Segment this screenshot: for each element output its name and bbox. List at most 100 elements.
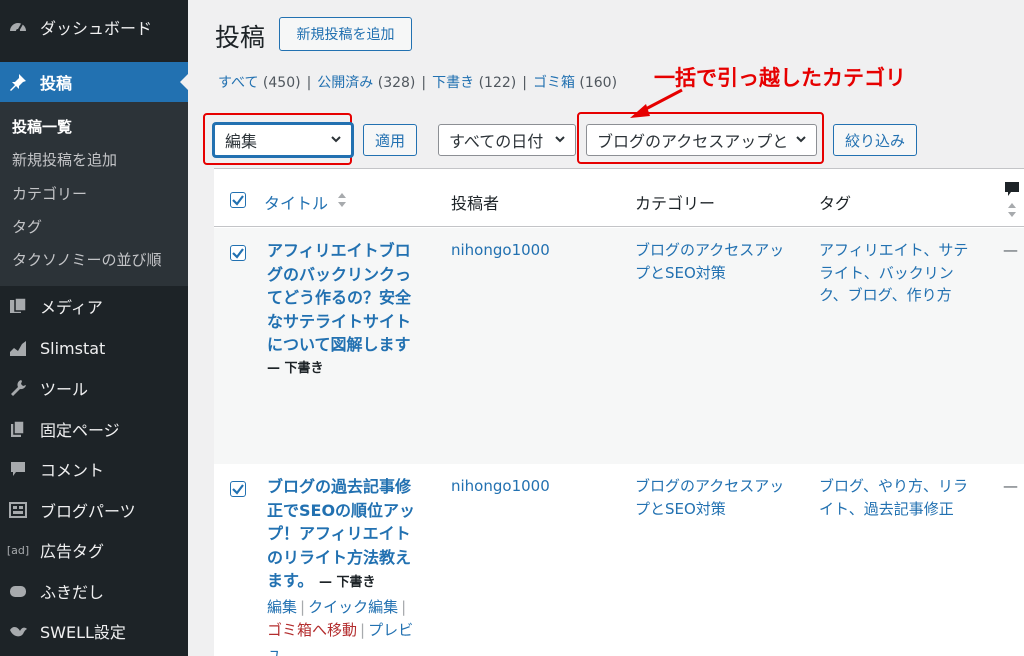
menu-slimstat-label: Slimstat [40, 338, 106, 358]
swell-bird-icon [7, 620, 29, 642]
select-all-checkbox[interactable] [230, 192, 246, 208]
menu-comments[interactable]: コメント [0, 449, 188, 489]
checkmark-icon [232, 248, 244, 259]
filter-trash[interactable]: ゴミ箱 [533, 75, 575, 91]
column-author: 投稿者 [451, 194, 500, 213]
separator: | [300, 598, 306, 616]
checkmark-icon [232, 195, 244, 206]
tags-links[interactable]: アフィリエイト、サテ ライト、バックリン ク、ブログ、作り方 [819, 239, 968, 307]
author-link[interactable]: nihongo1000 [451, 239, 550, 262]
submenu-tags[interactable]: タグ [12, 216, 42, 237]
tag-line: イト、過去記事修正 [819, 499, 954, 518]
separator: | [522, 75, 527, 91]
separator: | [306, 75, 312, 91]
bulk-action-select[interactable]: 編集 [213, 123, 353, 157]
comment-icon [7, 458, 29, 480]
date-filter-select[interactable]: すべての日付 [438, 124, 576, 156]
submenu-taxonomy-order[interactable]: タクソノミーの並び順 [12, 249, 162, 270]
chevron-down-icon [796, 136, 806, 143]
active-arrow [180, 74, 188, 90]
category-link[interactable]: ブログのアクセスアッ プとSEO対策 [635, 475, 784, 520]
post-title-line: アフィリエイトブロ [267, 241, 411, 260]
menu-posts-label: 投稿 [40, 74, 73, 93]
sort-icon[interactable] [336, 191, 348, 209]
bulk-action-value: 編集 [225, 132, 258, 151]
layout-icon [7, 499, 29, 521]
date-filter-value: すべての日付 [449, 132, 544, 151]
category-filter-select[interactable]: ブログのアクセスアップと [586, 124, 817, 156]
preview-link[interactable]: プレビ [368, 621, 413, 639]
menu-slimstat[interactable]: Slimstat [0, 328, 188, 368]
add-new-post-button[interactable]: 新規投稿を追加 [279, 17, 412, 51]
comment-count: — [1003, 477, 1018, 495]
row-actions: 編集 | クイック編集 | ゴミ箱へ移動 | プレビ ュ [267, 596, 437, 656]
post-title-line: ます。 [267, 571, 314, 590]
chevron-down-icon [555, 136, 565, 143]
menu-blog-parts-label: ブログパーツ [40, 502, 136, 521]
menu-posts[interactable]: 投稿 [0, 62, 188, 102]
menu-ad-tag[interactable]: [ad] 広告タグ [0, 530, 188, 570]
post-title-link[interactable]: ブログの過去記事修 正でSEOの順位アッ プ！アフィリエイト のリライト方法教え… [267, 475, 415, 595]
post-title-line: てどう作るの？安全 [267, 288, 412, 307]
filter-published[interactable]: 公開済み [317, 75, 373, 91]
chart-area-icon [7, 337, 29, 359]
category-link[interactable]: ブログのアクセスアッ プとSEO対策 [635, 239, 784, 284]
menu-tools[interactable]: ツール [0, 368, 188, 408]
menu-dashboard[interactable]: ダッシュボード [0, 7, 188, 47]
author-link[interactable]: nihongo1000 [451, 475, 550, 498]
media-icon [7, 295, 29, 317]
post-title-link[interactable]: アフィリエイトブロ グのバックリンクっ てどう作るの？安全 なサテライトサイト … [267, 239, 411, 380]
wrench-icon [7, 377, 29, 399]
post-status-filters: すべて (450) | 公開済み (328) | 下書き (122) | ゴミ箱 (160) [218, 72, 617, 92]
submenu-categories[interactable]: カテゴリー [12, 183, 87, 204]
apply-button[interactable]: 適用 [363, 124, 417, 156]
checkmark-icon [232, 484, 244, 495]
comment-column-icon[interactable] [1003, 181, 1021, 221]
menu-fukidashi-label: ふきだし [40, 583, 105, 602]
posts-submenu: 投稿一覧 新規投稿を追加 カテゴリー タグ タクソノミーの並び順 [0, 102, 188, 286]
posts-table: タイトル 投稿者 カテゴリー タグ アフィリエイトブロ グのバックリンクっ てど… [214, 168, 1024, 656]
quick-edit-link[interactable]: クイック編集 [308, 598, 398, 616]
submenu-add-new[interactable]: 新規投稿を追加 [12, 149, 117, 170]
post-title-line: ブログの過去記事修 [267, 477, 412, 496]
column-title[interactable]: タイトル [264, 190, 328, 214]
trash-link[interactable]: ゴミ箱へ移動 [267, 621, 357, 639]
category-line: ブログのアクセスアッ [635, 477, 785, 495]
post-title-line: 正でSEOの順位アッ [267, 500, 416, 520]
filter-published-count: (328) [377, 75, 416, 91]
filter-draft-count: (122) [478, 75, 517, 91]
separator: | [401, 598, 407, 616]
filter-all[interactable]: すべて [218, 75, 258, 91]
filter-button[interactable]: 絞り込み [833, 124, 917, 156]
menu-comments-label: コメント [40, 461, 105, 480]
preview-link-tail[interactable]: ュ [267, 644, 282, 656]
menu-blog-parts[interactable]: ブログパーツ [0, 490, 188, 530]
filter-all-count: (450) [262, 75, 301, 91]
post-title-line: のリライト方法教え [267, 547, 412, 567]
edit-link[interactable]: 編集 [267, 598, 297, 616]
tag-line: ブログ、やり方、リラ [819, 477, 968, 495]
category-line: プとSEO対策 [635, 499, 726, 518]
menu-tools-label: ツール [40, 380, 89, 399]
menu-pages[interactable]: 固定ページ [0, 409, 188, 449]
table-row: ブログの過去記事修 正でSEOの順位アッ プ！アフィリエイト のリライト方法教え… [214, 464, 1024, 656]
post-state: — 下書き [267, 360, 324, 376]
row-checkbox[interactable] [230, 481, 246, 497]
filter-draft[interactable]: 下書き [432, 75, 474, 91]
bubble-icon [7, 580, 29, 602]
separator: | [421, 75, 427, 91]
page-title: 投稿 [215, 23, 266, 52]
filter-trash-count: (160) [579, 75, 618, 91]
menu-swell-settings[interactable]: SWELL設定 [0, 611, 188, 651]
submenu-all-posts[interactable]: 投稿一覧 [12, 116, 72, 137]
menu-media[interactable]: メディア [0, 286, 188, 326]
tags-links[interactable]: ブログ、やり方、リラ イト、過去記事修正 [819, 475, 968, 520]
admin-sidebar: ダッシュボード 投稿 投稿一覧 新規投稿を追加 カテゴリー タグ タクソノミーの… [0, 0, 188, 656]
table-header: タイトル 投稿者 カテゴリー タグ [214, 169, 1024, 227]
annotation-label: 一括で引っ越したカテゴリ [654, 66, 906, 90]
chevron-down-icon [331, 136, 341, 143]
menu-pages-label: 固定ページ [40, 421, 120, 440]
row-checkbox[interactable] [230, 245, 246, 261]
menu-fukidashi[interactable]: ふきだし [0, 571, 188, 611]
page-icon [7, 418, 29, 440]
